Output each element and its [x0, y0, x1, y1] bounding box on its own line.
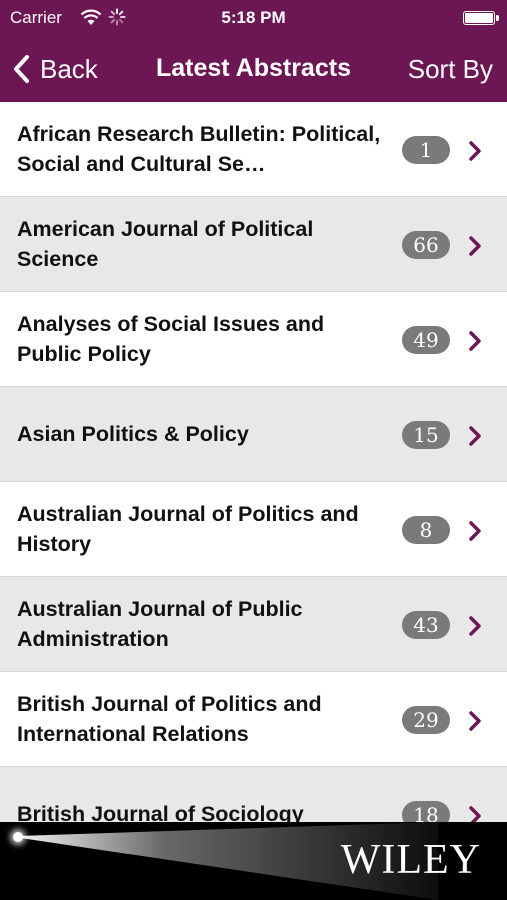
journal-title: British Journal of Politics and Internat… — [17, 672, 387, 766]
journal-title-text: Analyses of Social Issues and Public Pol… — [17, 312, 325, 366]
count-badge: 49 — [402, 326, 450, 354]
battery-icon — [463, 11, 499, 25]
count-badge: 18 — [402, 801, 450, 822]
journal-list: African Research Bulletin: Political, So… — [0, 102, 507, 822]
journal-title: British Journal of Sociology — [17, 767, 387, 822]
status-time: 5:18 PM — [221, 8, 286, 27]
chevron-right-icon — [468, 805, 482, 822]
chevron-right-icon — [468, 425, 482, 452]
journal-title-text: British Journal of Politics and Internat… — [17, 692, 322, 746]
sort-by-button[interactable]: Sort By — [408, 54, 493, 85]
journal-title-text: American Journal of Political Science — [17, 217, 314, 271]
journal-title: Australian Journal of Politics and Histo… — [17, 482, 387, 576]
journal-title-text: Australian Journal of Politics and Histo… — [17, 502, 359, 556]
chevron-right-icon — [468, 615, 482, 642]
journal-title: Analyses of Social Issues and Public Pol… — [17, 292, 387, 386]
list-item[interactable]: Analyses of Social Issues and Public Pol… — [0, 292, 507, 387]
list-item[interactable]: British Journal of Politics and Internat… — [0, 672, 507, 767]
count-badge: 1 — [402, 136, 450, 164]
navigation-bar: Back Latest Abstracts Sort By — [0, 36, 507, 102]
list-item[interactable]: American Journal of Political Science 66 — [0, 197, 507, 292]
chevron-right-icon — [468, 140, 482, 167]
chevron-right-icon — [468, 520, 482, 547]
list-item[interactable]: Australian Journal of Politics and Histo… — [0, 482, 507, 577]
journal-title: African Research Bulletin: Political, So… — [17, 102, 387, 196]
chevron-right-icon — [468, 235, 482, 262]
count-badge: 8 — [402, 516, 450, 544]
list-item[interactable]: Asian Politics & Policy 15 — [0, 387, 507, 482]
journal-title-text: African Research Bulletin: Political, So… — [17, 122, 381, 176]
chevron-right-icon — [468, 710, 482, 737]
count-badge: 43 — [402, 611, 450, 639]
count-badge: 15 — [402, 421, 450, 449]
light-source — [13, 832, 23, 842]
chevron-right-icon — [468, 330, 482, 357]
count-badge: 66 — [402, 231, 450, 259]
status-bar: Carrier 5:18 PM — [0, 0, 507, 36]
count-badge: 29 — [402, 706, 450, 734]
journal-title: Asian Politics & Policy — [17, 387, 387, 481]
journal-title: American Journal of Political Science — [17, 197, 387, 291]
footer-banner: WILEY — [0, 822, 507, 900]
journal-title-text: Australian Journal of Public Administrat… — [17, 597, 303, 651]
list-item[interactable]: African Research Bulletin: Political, So… — [0, 102, 507, 197]
journal-title: Australian Journal of Public Administrat… — [17, 577, 387, 671]
journal-title-text: British Journal of Sociology — [17, 802, 304, 822]
journal-title-text: Asian Politics & Policy — [17, 422, 249, 446]
list-item[interactable]: British Journal of Sociology 18 — [0, 767, 507, 822]
list-item[interactable]: Australian Journal of Public Administrat… — [0, 577, 507, 672]
wiley-logo: WILEY — [340, 837, 481, 883]
